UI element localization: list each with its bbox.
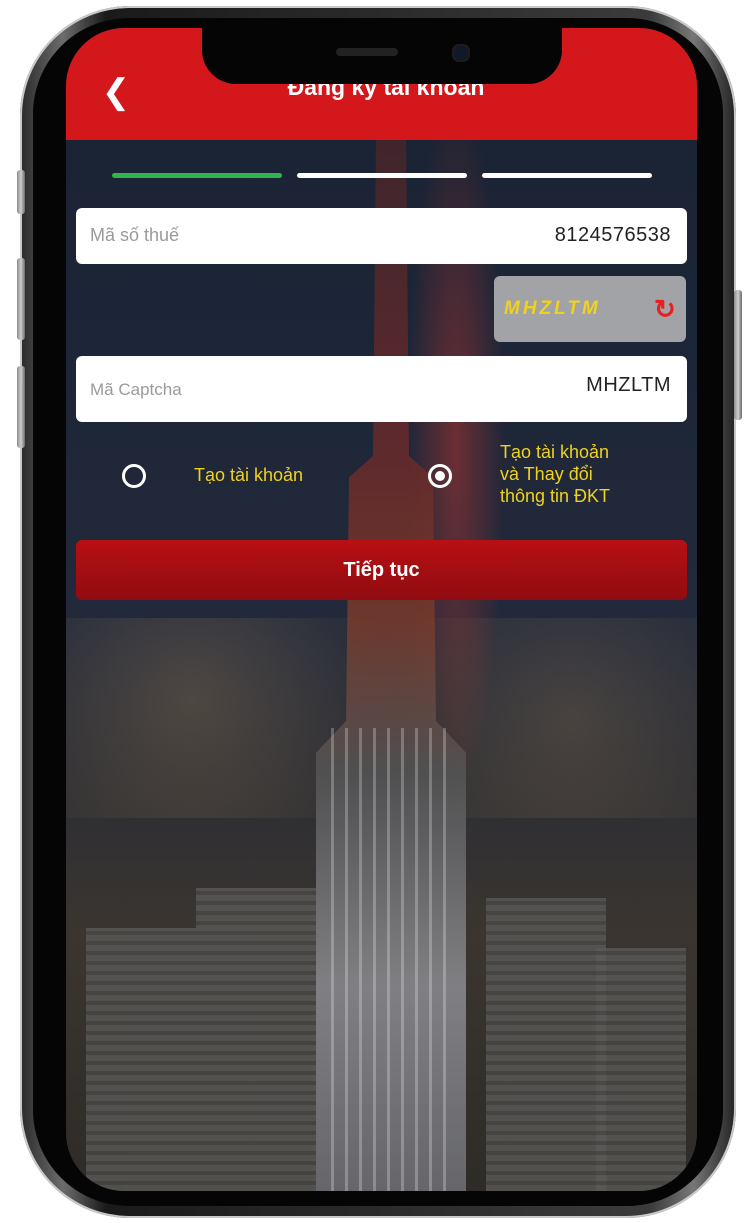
captcha-value: MHZLTM [586, 374, 671, 396]
building-right [486, 898, 606, 1191]
tower-facade [331, 728, 451, 1191]
front-camera [452, 44, 470, 62]
step-indicator-1 [112, 173, 282, 178]
refresh-icon[interactable]: ↻ [654, 296, 676, 322]
option-line-3: thông tin ĐKT [500, 486, 611, 506]
building-left-2 [196, 888, 316, 1191]
tax-id-field[interactable]: Mã số thuế 8124576538 [76, 208, 687, 264]
step-indicator-2 [297, 173, 467, 178]
screen: ❮ Đăng ký tài khoản Mã số thuế 812457653… [66, 28, 697, 1191]
captcha-input[interactable]: Mã Captcha MHZLTM [76, 356, 687, 422]
radio-create-and-update[interactable] [428, 464, 452, 488]
tax-id-value: 8124576538 [554, 224, 671, 246]
notch [202, 28, 562, 84]
volume-up-button [17, 258, 25, 340]
option-create-account-label[interactable]: Tạo tài khoản [194, 465, 303, 485]
option-line-2: và Thay đổi [500, 464, 593, 484]
captcha-image: MHZLTM ↻ [494, 276, 686, 342]
building-right-2 [596, 948, 686, 1191]
step-indicator-3 [482, 173, 652, 178]
speaker-grille [336, 48, 398, 56]
power-button [734, 290, 742, 420]
chevron-left-icon[interactable]: ❮ [96, 72, 136, 112]
tax-id-label: Mã số thuế [90, 225, 180, 245]
option-line-1: Tạo tài khoản [500, 442, 610, 462]
mute-switch [17, 170, 25, 214]
radio-create-account[interactable] [122, 464, 146, 488]
volume-down-button [17, 366, 25, 448]
captcha-label: Mã Captcha [90, 380, 182, 399]
continue-button[interactable]: Tiếp tục [76, 540, 687, 600]
captcha-code: MHZLTM [504, 298, 601, 319]
building-left [86, 928, 196, 1191]
